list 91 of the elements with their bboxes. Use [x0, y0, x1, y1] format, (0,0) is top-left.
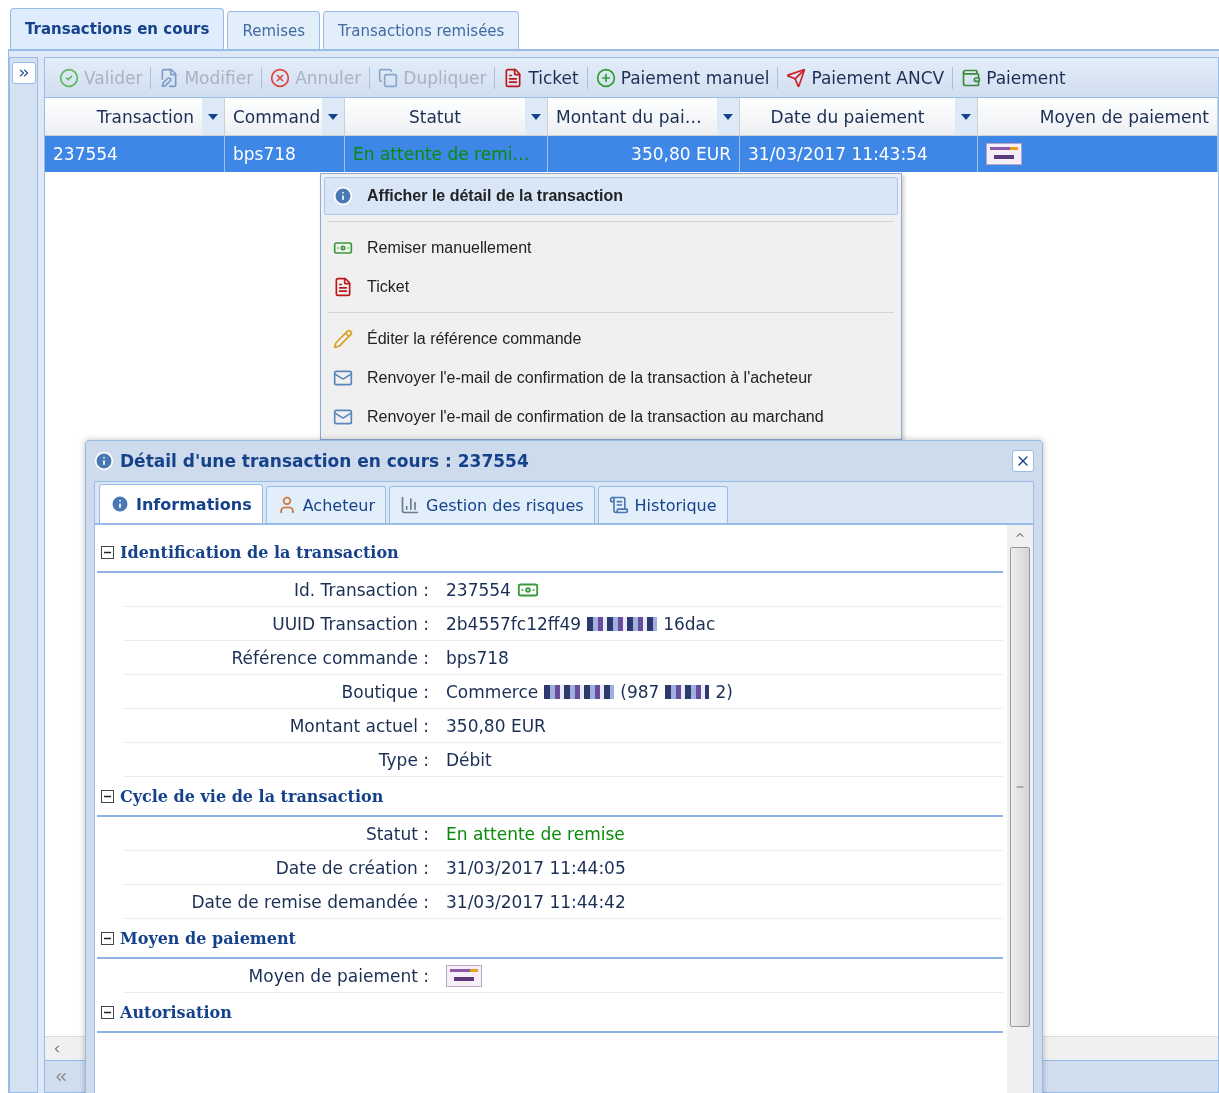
- field-label: Boutique :: [340, 681, 429, 702]
- vertical-scrollbar[interactable]: [1007, 525, 1033, 1093]
- column-menu-button[interactable]: [322, 98, 344, 135]
- section-title: Cycle de vie de la transaction: [120, 786, 384, 806]
- dropdown-icon: [328, 113, 338, 120]
- cancel-icon: [270, 67, 291, 88]
- field-label: Statut :: [364, 823, 429, 844]
- column-menu-button[interactable]: [955, 98, 977, 135]
- field-value: bps718: [446, 647, 509, 668]
- redacted-block: [665, 684, 710, 699]
- menu-item[interactable]: Remiser manuellement: [324, 228, 898, 267]
- collapse-icon[interactable]: [101, 545, 114, 559]
- info-icon: [110, 494, 130, 514]
- dropdown-icon: [208, 113, 218, 120]
- collapse-icon[interactable]: [101, 931, 114, 945]
- tab[interactable]: Historique: [597, 486, 728, 523]
- toolbar-button[interactable]: Paiement ANCV: [780, 67, 951, 88]
- field-label: Date de remise demandée :: [190, 891, 429, 912]
- field-label: Id. Transaction :: [293, 579, 429, 600]
- redacted-block: [587, 616, 658, 631]
- info-icon: [94, 451, 114, 471]
- pdf-icon: [333, 276, 353, 297]
- field-value: 237554: [446, 579, 511, 600]
- field-label: Référence commande :: [230, 647, 429, 668]
- table-cell: 350,80 EUR: [548, 136, 740, 172]
- menu-item[interactable]: Ticket: [324, 267, 898, 306]
- tab[interactable]: Remises: [227, 11, 321, 49]
- table-cell: En attente de remi…: [345, 136, 548, 172]
- section-title: Autorisation: [120, 1002, 232, 1022]
- redacted-block: [544, 684, 615, 699]
- table-cell: 31/03/2017 11:43:54: [740, 136, 978, 172]
- column-header[interactable]: Transaction: [45, 98, 202, 135]
- menu-item[interactable]: Renvoyer l'e-mail de confirmation de la transaction au marchand: [324, 397, 898, 436]
- chart-icon: [400, 495, 420, 515]
- collapse-icon[interactable]: [101, 789, 114, 803]
- column-header[interactable]: Moyen de paiement: [978, 98, 1217, 135]
- scroll-icon: [608, 495, 629, 515]
- field-value: 31/03/2017 11:44:05: [446, 857, 626, 878]
- table-cell: bps718: [225, 136, 345, 172]
- plus-icon: [595, 67, 616, 88]
- window-title: Détail d'une transaction en cours : 237554: [120, 451, 530, 471]
- field-label: UUID Transaction :: [271, 613, 429, 634]
- field-label: Type :: [377, 749, 429, 770]
- field-label: Moyen de paiement :: [247, 965, 429, 986]
- tab[interactable]: Transactions remisées: [323, 11, 520, 49]
- edit-icon: [159, 67, 180, 88]
- table-cell: 237554: [45, 136, 225, 172]
- payment-logo-icon: [986, 143, 1022, 165]
- info-icon: [333, 186, 353, 206]
- field-value: 2b4557fc12ff49: [446, 613, 582, 634]
- field-value: En attente de remise: [446, 823, 625, 844]
- check-icon: [59, 67, 79, 88]
- field-value: 2): [715, 681, 733, 702]
- toolbar-button[interactable]: Paiement manuel: [589, 67, 776, 88]
- dropdown-icon: [531, 113, 541, 120]
- menu-item[interactable]: Renvoyer l'e-mail de confirmation de la transaction à l'acheteur: [324, 358, 898, 397]
- section-title: Moyen de paiement: [120, 928, 296, 948]
- field-value: Commerce: [446, 681, 539, 702]
- column-header[interactable]: Command: [225, 98, 322, 135]
- expand-button[interactable]: [11, 62, 36, 84]
- toolbar-button[interactable]: Ticket: [497, 67, 585, 88]
- column-menu-button[interactable]: [525, 98, 547, 135]
- field-label: Date de création :: [274, 857, 429, 878]
- section-title: Identification de la transaction: [120, 542, 399, 562]
- collapse-icon[interactable]: [101, 1005, 114, 1019]
- field-value: Débit: [446, 749, 492, 770]
- column-header[interactable]: Montant du pai…: [548, 98, 717, 135]
- column-menu-button[interactable]: [202, 98, 224, 135]
- field-label: Montant actuel :: [288, 715, 429, 736]
- copy-icon: [378, 67, 399, 88]
- column-header[interactable]: Date du paiement: [740, 98, 955, 135]
- toolbar-button[interactable]: Paiement: [955, 67, 1072, 88]
- field-value: 350,80 EUR: [446, 715, 546, 736]
- tab[interactable]: Transactions en cours: [10, 8, 225, 49]
- pencil-icon: [333, 328, 353, 349]
- field-value: 16dac: [663, 613, 716, 634]
- column-header[interactable]: Statut: [345, 98, 525, 135]
- table-row[interactable]: 237554 bps718 En attente de remi… 350,80 EUR 31/03/2017 11:43:54: [45, 136, 1218, 172]
- column-menu-button[interactable]: [717, 98, 739, 135]
- tab[interactable]: Gestion des risques: [389, 486, 595, 523]
- field-value: (987: [620, 681, 660, 702]
- scroll-thumb[interactable]: [1010, 547, 1030, 1027]
- dropdown-icon: [961, 113, 971, 120]
- tab[interactable]: Informations: [99, 484, 263, 523]
- dropdown-icon: [723, 113, 733, 120]
- payment-logo-icon: [446, 964, 482, 987]
- close-button[interactable]: [1012, 450, 1034, 472]
- menu-item[interactable]: Éditer la référence commande: [324, 319, 898, 358]
- tab[interactable]: Acheteur: [265, 486, 386, 523]
- field-value: 31/03/2017 11:44:42: [446, 891, 626, 912]
- menu-item[interactable]: Afficher le détail de la transaction: [324, 177, 898, 215]
